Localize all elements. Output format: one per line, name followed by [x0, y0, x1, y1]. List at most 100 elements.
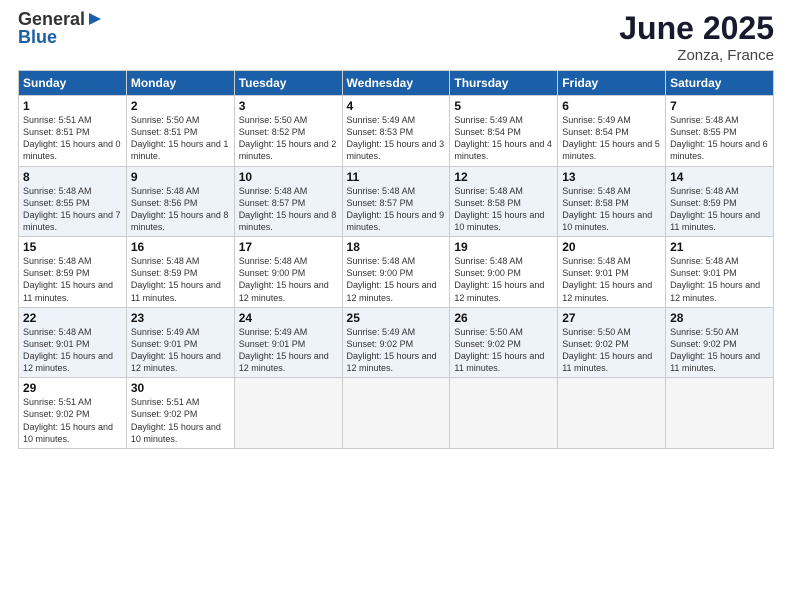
- day-number: 3: [239, 99, 338, 113]
- day-info: Sunrise: 5:50 AM Sunset: 9:02 PM Dayligh…: [562, 326, 661, 375]
- day-info: Sunrise: 5:48 AM Sunset: 8:59 PM Dayligh…: [670, 185, 769, 234]
- calendar-week-row: 29 Sunrise: 5:51 AM Sunset: 9:02 PM Dayl…: [19, 378, 774, 449]
- table-row: 14 Sunrise: 5:48 AM Sunset: 8:59 PM Dayl…: [666, 166, 774, 237]
- day-number: 10: [239, 170, 338, 184]
- calendar-week-row: 1 Sunrise: 5:51 AM Sunset: 8:51 PM Dayli…: [19, 96, 774, 167]
- header: General Blue June 2025 Zonza, France: [18, 10, 774, 64]
- day-info: Sunrise: 5:49 AM Sunset: 9:02 PM Dayligh…: [347, 326, 446, 375]
- table-row: 30 Sunrise: 5:51 AM Sunset: 9:02 PM Dayl…: [126, 378, 234, 449]
- table-row: 19 Sunrise: 5:48 AM Sunset: 9:00 PM Dayl…: [450, 237, 558, 308]
- col-sunday: Sunday: [19, 71, 127, 96]
- table-row: 8 Sunrise: 5:48 AM Sunset: 8:55 PM Dayli…: [19, 166, 127, 237]
- col-wednesday: Wednesday: [342, 71, 450, 96]
- day-info: Sunrise: 5:48 AM Sunset: 8:56 PM Dayligh…: [131, 185, 230, 234]
- day-info: Sunrise: 5:49 AM Sunset: 8:54 PM Dayligh…: [562, 114, 661, 163]
- table-row: 21 Sunrise: 5:48 AM Sunset: 9:01 PM Dayl…: [666, 237, 774, 308]
- day-info: Sunrise: 5:48 AM Sunset: 8:59 PM Dayligh…: [131, 255, 230, 304]
- col-tuesday: Tuesday: [234, 71, 342, 96]
- table-row: 16 Sunrise: 5:48 AM Sunset: 8:59 PM Dayl…: [126, 237, 234, 308]
- day-info: Sunrise: 5:48 AM Sunset: 8:55 PM Dayligh…: [670, 114, 769, 163]
- calendar-subtitle: Zonza, France: [619, 47, 774, 64]
- day-info: Sunrise: 5:50 AM Sunset: 9:02 PM Dayligh…: [670, 326, 769, 375]
- table-row: 10 Sunrise: 5:48 AM Sunset: 8:57 PM Dayl…: [234, 166, 342, 237]
- day-info: Sunrise: 5:48 AM Sunset: 9:01 PM Dayligh…: [23, 326, 122, 375]
- logo: General Blue: [18, 10, 104, 48]
- day-info: Sunrise: 5:48 AM Sunset: 8:55 PM Dayligh…: [23, 185, 122, 234]
- table-row: 4 Sunrise: 5:49 AM Sunset: 8:53 PM Dayli…: [342, 96, 450, 167]
- table-row: [342, 378, 450, 449]
- day-number: 26: [454, 311, 553, 325]
- day-number: 28: [670, 311, 769, 325]
- table-row: 15 Sunrise: 5:48 AM Sunset: 8:59 PM Dayl…: [19, 237, 127, 308]
- day-number: 16: [131, 240, 230, 254]
- day-number: 13: [562, 170, 661, 184]
- day-number: 30: [131, 381, 230, 395]
- day-info: Sunrise: 5:50 AM Sunset: 9:02 PM Dayligh…: [454, 326, 553, 375]
- table-row: 17 Sunrise: 5:48 AM Sunset: 9:00 PM Dayl…: [234, 237, 342, 308]
- col-friday: Friday: [558, 71, 666, 96]
- day-info: Sunrise: 5:49 AM Sunset: 9:01 PM Dayligh…: [131, 326, 230, 375]
- calendar-table: Sunday Monday Tuesday Wednesday Thursday…: [18, 70, 774, 449]
- day-info: Sunrise: 5:48 AM Sunset: 8:57 PM Dayligh…: [347, 185, 446, 234]
- calendar-title: June 2025: [619, 10, 774, 47]
- day-number: 19: [454, 240, 553, 254]
- logo-text-general: General: [18, 10, 85, 28]
- table-row: 24 Sunrise: 5:49 AM Sunset: 9:01 PM Dayl…: [234, 307, 342, 378]
- day-info: Sunrise: 5:48 AM Sunset: 9:00 PM Dayligh…: [239, 255, 338, 304]
- table-row: 25 Sunrise: 5:49 AM Sunset: 9:02 PM Dayl…: [342, 307, 450, 378]
- table-row: 7 Sunrise: 5:48 AM Sunset: 8:55 PM Dayli…: [666, 96, 774, 167]
- table-row: 2 Sunrise: 5:50 AM Sunset: 8:51 PM Dayli…: [126, 96, 234, 167]
- day-number: 11: [347, 170, 446, 184]
- calendar-header-row: Sunday Monday Tuesday Wednesday Thursday…: [19, 71, 774, 96]
- day-info: Sunrise: 5:48 AM Sunset: 8:57 PM Dayligh…: [239, 185, 338, 234]
- day-info: Sunrise: 5:51 AM Sunset: 9:02 PM Dayligh…: [23, 396, 122, 445]
- day-info: Sunrise: 5:48 AM Sunset: 9:01 PM Dayligh…: [562, 255, 661, 304]
- table-row: [450, 378, 558, 449]
- table-row: 5 Sunrise: 5:49 AM Sunset: 8:54 PM Dayli…: [450, 96, 558, 167]
- table-row: 27 Sunrise: 5:50 AM Sunset: 9:02 PM Dayl…: [558, 307, 666, 378]
- table-row: 18 Sunrise: 5:48 AM Sunset: 9:00 PM Dayl…: [342, 237, 450, 308]
- day-info: Sunrise: 5:48 AM Sunset: 9:00 PM Dayligh…: [347, 255, 446, 304]
- day-number: 27: [562, 311, 661, 325]
- day-info: Sunrise: 5:48 AM Sunset: 9:00 PM Dayligh…: [454, 255, 553, 304]
- day-number: 9: [131, 170, 230, 184]
- day-number: 15: [23, 240, 122, 254]
- table-row: 1 Sunrise: 5:51 AM Sunset: 8:51 PM Dayli…: [19, 96, 127, 167]
- day-info: Sunrise: 5:48 AM Sunset: 8:58 PM Dayligh…: [562, 185, 661, 234]
- day-number: 29: [23, 381, 122, 395]
- day-info: Sunrise: 5:49 AM Sunset: 9:01 PM Dayligh…: [239, 326, 338, 375]
- day-info: Sunrise: 5:48 AM Sunset: 8:58 PM Dayligh…: [454, 185, 553, 234]
- day-info: Sunrise: 5:51 AM Sunset: 9:02 PM Dayligh…: [131, 396, 230, 445]
- day-info: Sunrise: 5:49 AM Sunset: 8:53 PM Dayligh…: [347, 114, 446, 163]
- title-block: June 2025 Zonza, France: [619, 10, 774, 64]
- table-row: 29 Sunrise: 5:51 AM Sunset: 9:02 PM Dayl…: [19, 378, 127, 449]
- logo-text-blue: Blue: [18, 27, 57, 47]
- page: General Blue June 2025 Zonza, France Sun…: [0, 0, 792, 612]
- day-number: 22: [23, 311, 122, 325]
- day-number: 1: [23, 99, 122, 113]
- day-number: 20: [562, 240, 661, 254]
- day-number: 24: [239, 311, 338, 325]
- day-number: 7: [670, 99, 769, 113]
- col-saturday: Saturday: [666, 71, 774, 96]
- day-number: 4: [347, 99, 446, 113]
- day-info: Sunrise: 5:51 AM Sunset: 8:51 PM Dayligh…: [23, 114, 122, 163]
- table-row: 20 Sunrise: 5:48 AM Sunset: 9:01 PM Dayl…: [558, 237, 666, 308]
- day-number: 21: [670, 240, 769, 254]
- day-number: 18: [347, 240, 446, 254]
- day-number: 12: [454, 170, 553, 184]
- table-row: 23 Sunrise: 5:49 AM Sunset: 9:01 PM Dayl…: [126, 307, 234, 378]
- table-row: 6 Sunrise: 5:49 AM Sunset: 8:54 PM Dayli…: [558, 96, 666, 167]
- table-row: 12 Sunrise: 5:48 AM Sunset: 8:58 PM Dayl…: [450, 166, 558, 237]
- table-row: 11 Sunrise: 5:48 AM Sunset: 8:57 PM Dayl…: [342, 166, 450, 237]
- day-info: Sunrise: 5:48 AM Sunset: 8:59 PM Dayligh…: [23, 255, 122, 304]
- table-row: [234, 378, 342, 449]
- calendar-week-row: 8 Sunrise: 5:48 AM Sunset: 8:55 PM Dayli…: [19, 166, 774, 237]
- day-number: 23: [131, 311, 230, 325]
- day-number: 14: [670, 170, 769, 184]
- table-row: [558, 378, 666, 449]
- table-row: 3 Sunrise: 5:50 AM Sunset: 8:52 PM Dayli…: [234, 96, 342, 167]
- table-row: 13 Sunrise: 5:48 AM Sunset: 8:58 PM Dayl…: [558, 166, 666, 237]
- table-row: 28 Sunrise: 5:50 AM Sunset: 9:02 PM Dayl…: [666, 307, 774, 378]
- table-row: 26 Sunrise: 5:50 AM Sunset: 9:02 PM Dayl…: [450, 307, 558, 378]
